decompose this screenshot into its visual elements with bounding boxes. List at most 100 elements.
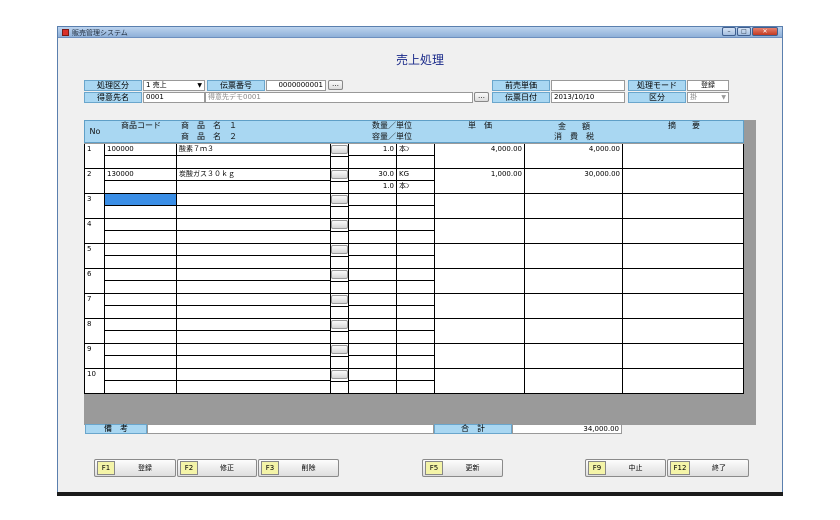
row-memo[interactable] [622, 219, 744, 244]
row-code[interactable] [105, 294, 176, 306]
row-unit-cell[interactable] [396, 369, 434, 394]
row-name2[interactable] [177, 181, 330, 193]
row-cap[interactable] [349, 231, 396, 243]
row-cap[interactable] [349, 331, 396, 343]
row-cap[interactable] [349, 381, 396, 393]
row-price[interactable] [434, 244, 524, 269]
row-memo[interactable] [622, 369, 744, 394]
f2-edit-button[interactable]: F2 修正 [177, 459, 257, 477]
row-name2[interactable] [177, 256, 330, 268]
row-unit-cell[interactable]: 本ﾝ [396, 144, 434, 169]
row-cap[interactable] [349, 206, 396, 218]
row-code-cell[interactable] [104, 369, 176, 394]
product-lookup-button[interactable] [331, 295, 348, 304]
row-name-cell[interactable] [176, 194, 330, 219]
row-price[interactable] [434, 344, 524, 369]
row-cap-unit[interactable] [397, 381, 434, 393]
row-name1[interactable] [177, 319, 330, 331]
row-price[interactable]: 4,000.00 [434, 144, 524, 169]
row-name1[interactable] [177, 294, 330, 306]
row-cap-unit[interactable] [397, 156, 434, 168]
row-name-cell[interactable]: 炭酸ガス３０ｋｇ [176, 169, 330, 194]
product-lookup-button[interactable] [331, 320, 348, 329]
row-name-cell[interactable]: 酸素７ｍ３ [176, 144, 330, 169]
biko-field[interactable] [147, 424, 434, 434]
maximize-icon[interactable]: □ [737, 27, 751, 36]
row-code[interactable] [105, 269, 176, 281]
f3-delete-button[interactable]: F3 削除 [258, 459, 339, 477]
row-memo[interactable] [622, 319, 744, 344]
row-code-cell[interactable] [104, 269, 176, 294]
row-cap[interactable] [349, 306, 396, 318]
product-lookup-button[interactable] [331, 345, 348, 354]
row-name-cell[interactable] [176, 244, 330, 269]
row-code[interactable] [105, 194, 176, 206]
row-name2[interactable] [177, 306, 330, 318]
denpyo-date-field[interactable]: 2013/10/10 [551, 92, 625, 103]
row-memo[interactable] [622, 194, 744, 219]
zen-uri-field[interactable] [551, 80, 625, 91]
row-name1[interactable] [177, 219, 330, 231]
row-qty[interactable] [349, 194, 396, 206]
row-qty[interactable] [349, 244, 396, 256]
row-name2[interactable] [177, 156, 330, 168]
row-cap-unit[interactable] [397, 206, 434, 218]
row-memo[interactable] [622, 144, 744, 169]
row-cap[interactable] [349, 156, 396, 168]
row-code-cell[interactable] [104, 294, 176, 319]
row-name2[interactable] [177, 331, 330, 343]
row-cap[interactable] [349, 281, 396, 293]
row-code-cell[interactable]: 130000 [104, 169, 176, 194]
minimize-icon[interactable]: – [722, 27, 736, 36]
row-cap[interactable] [349, 356, 396, 368]
row-price[interactable] [434, 194, 524, 219]
row-unit-cell[interactable] [396, 269, 434, 294]
row-qty[interactable] [349, 269, 396, 281]
row-cap[interactable]: 1.0 [349, 181, 396, 193]
row-code-cell[interactable]: 100000 [104, 144, 176, 169]
row-name1[interactable]: 酸素７ｍ３ [177, 144, 330, 156]
kubun-select[interactable]: 掛 ▼ [687, 92, 729, 103]
row-qty[interactable] [349, 294, 396, 306]
tokuisaki-code-field[interactable]: 0001 [143, 92, 205, 103]
row-code-cell[interactable] [104, 344, 176, 369]
row-unit[interactable] [397, 219, 434, 231]
row-unit[interactable] [397, 294, 434, 306]
row-cap-unit[interactable] [397, 256, 434, 268]
row-name-cell[interactable] [176, 294, 330, 319]
f5-update-button[interactable]: F5 更新 [422, 459, 503, 477]
close-icon[interactable]: ✕ [752, 27, 778, 36]
row-qty-cell[interactable] [348, 219, 396, 244]
row-unit[interactable]: KG [397, 169, 434, 181]
row-cap-unit[interactable] [397, 331, 434, 343]
row-unit[interactable] [397, 344, 434, 356]
denpyo-no-field[interactable]: 0000000001 [266, 80, 326, 91]
row-cap-unit[interactable] [397, 356, 434, 368]
row-code[interactable] [105, 369, 176, 381]
row-code[interactable] [105, 344, 176, 356]
row-name-cell[interactable] [176, 344, 330, 369]
row-cap-unit[interactable] [397, 306, 434, 318]
row-unit-cell[interactable] [396, 344, 434, 369]
row-price[interactable]: 1,000.00 [434, 169, 524, 194]
row-unit-cell[interactable] [396, 319, 434, 344]
row-unit-cell[interactable] [396, 219, 434, 244]
row-price[interactable] [434, 219, 524, 244]
row-name1[interactable] [177, 244, 330, 256]
row-memo[interactable] [622, 344, 744, 369]
title-bar[interactable]: 販売管理システム – □ ✕ [58, 27, 782, 38]
row-name-cell[interactable] [176, 269, 330, 294]
f9-cancel-button[interactable]: F9 中止 [585, 459, 666, 477]
row-qty[interactable] [349, 319, 396, 331]
product-lookup-button[interactable] [331, 195, 348, 204]
row-code[interactable] [105, 219, 176, 231]
row-qty[interactable] [349, 344, 396, 356]
row-memo[interactable] [622, 294, 744, 319]
row-code-cell[interactable] [104, 319, 176, 344]
row-qty-cell[interactable] [348, 294, 396, 319]
row-unit[interactable] [397, 194, 434, 206]
row-code[interactable]: 100000 [105, 144, 176, 156]
row-memo[interactable] [622, 244, 744, 269]
row-name1[interactable] [177, 369, 330, 381]
row-code[interactable] [105, 319, 176, 331]
